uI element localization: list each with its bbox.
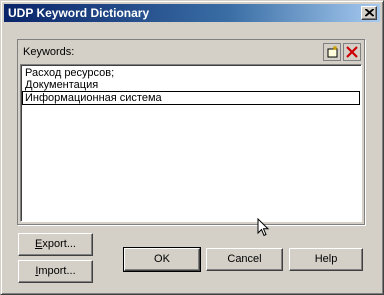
delete-icon bbox=[346, 46, 358, 58]
ok-button[interactable]: OK bbox=[123, 247, 201, 272]
ok-label: OK bbox=[154, 253, 170, 265]
import-button[interactable]: Import... bbox=[18, 260, 93, 283]
help-label: Help bbox=[314, 253, 338, 265]
dialog-window: UDP Keyword Dictionary Keywords: Расход … bbox=[0, 0, 384, 295]
cancel-button[interactable]: Cancel bbox=[206, 248, 283, 271]
list-item[interactable]: Расход ресурсов; bbox=[22, 67, 360, 79]
list-item-selected[interactable]: Информационная система bbox=[22, 91, 360, 105]
export-button[interactable]: Export... bbox=[18, 233, 93, 256]
new-keyword-button[interactable] bbox=[323, 43, 341, 61]
close-icon bbox=[365, 9, 374, 17]
new-item-icon bbox=[327, 46, 338, 58]
export-mnemonic: E bbox=[35, 238, 43, 250]
list-item[interactable]: Документация bbox=[22, 79, 360, 91]
cancel-label: Cancel bbox=[227, 253, 262, 265]
window-title: UDP Keyword Dictionary bbox=[8, 6, 150, 20]
help-button[interactable]: Help bbox=[289, 248, 363, 271]
mouse-pointer-icon bbox=[257, 218, 270, 237]
keywords-header: Keywords: bbox=[19, 41, 363, 61]
export-label: xport... bbox=[42, 238, 76, 250]
close-button[interactable] bbox=[361, 6, 377, 20]
keywords-label: Keywords: bbox=[23, 46, 75, 58]
keywords-panel: Keywords: Расход ресурсов; Документация … bbox=[17, 39, 365, 225]
delete-keyword-button[interactable] bbox=[343, 43, 361, 61]
title-bar[interactable]: UDP Keyword Dictionary bbox=[4, 4, 380, 22]
keywords-list[interactable]: Расход ресурсов; Документация Информацио… bbox=[20, 64, 362, 222]
import-label: mport... bbox=[38, 265, 76, 277]
